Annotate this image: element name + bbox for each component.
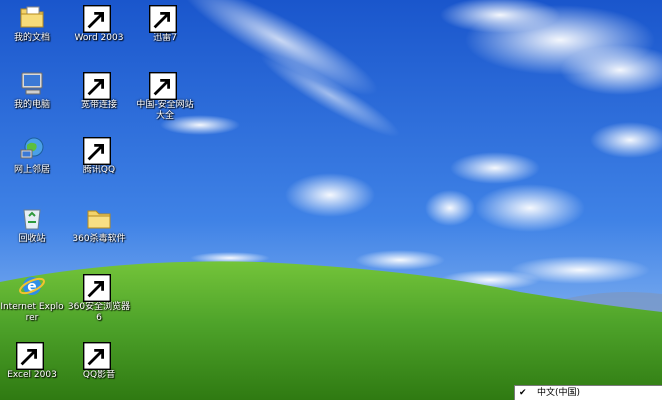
desktop-icon-label: 腾讯QQ xyxy=(82,165,116,175)
desktop-icon-broadband[interactable]: 宽带连接 xyxy=(67,70,131,111)
shortcut-arrow-icon xyxy=(149,5,177,33)
shortcut-arrow-icon xyxy=(83,5,111,33)
desktop-icon-label: 迅雷7 xyxy=(153,33,177,43)
recycle-bin-icon xyxy=(18,204,46,232)
desktop-icon-label: Excel 2003 xyxy=(7,370,57,380)
excel-icon xyxy=(16,340,46,370)
desktop-icon-360-antivirus[interactable]: 360杀毒软件 xyxy=(67,204,131,245)
desktop-icon-internet-explorer[interactable]: e Internet Explorer xyxy=(0,272,64,324)
network-icon xyxy=(18,135,46,163)
desktop-icon-excel[interactable]: Excel 2003 xyxy=(0,340,64,381)
check-icon: ✔ xyxy=(519,388,527,398)
desktop[interactable]: 我的文档 我的电脑 网上邻居 回收站 e Internet Explorer E… xyxy=(0,0,662,400)
desktop-icon-label: 网上邻居 xyxy=(13,165,50,175)
desktop-icon-label: 我的文档 xyxy=(13,33,50,43)
desktop-icon-label: 360杀毒软件 xyxy=(72,234,126,244)
language-menu-item-chinese[interactable]: ✔ 中文(中国) xyxy=(515,386,662,400)
desktop-icon-label: 我的电脑 xyxy=(13,100,50,110)
desktop-icon-qq-player[interactable]: QQ影音 xyxy=(67,340,131,381)
desktop-icon-label: Word 2003 xyxy=(74,33,124,43)
my-documents-icon xyxy=(18,3,46,31)
desktop-icon-my-computer[interactable]: 我的电脑 xyxy=(0,70,64,111)
desktop-icon-qq[interactable]: 腾讯QQ xyxy=(67,135,131,176)
qq-player-icon xyxy=(83,340,113,370)
desktop-icon-my-documents[interactable]: 我的文档 xyxy=(0,3,64,44)
my-computer-icon xyxy=(18,70,46,98)
ie-icon: e xyxy=(18,272,46,300)
desktop-icon-thunder[interactable]: 迅雷7 xyxy=(133,3,197,44)
broadband-icon xyxy=(83,70,113,100)
desktop-icon-recycle-bin[interactable]: 回收站 xyxy=(0,204,64,245)
shortcut-arrow-icon xyxy=(83,72,111,100)
shortcut-arrow-icon xyxy=(16,342,44,370)
ie-green-icon: e xyxy=(149,70,179,100)
browser-360-icon: e xyxy=(83,272,113,302)
desktop-icon-label: 中国-安全网站大全 xyxy=(136,100,194,121)
desktop-icon-label: Internet Explorer xyxy=(0,302,64,323)
shortcut-arrow-icon xyxy=(149,72,177,100)
desktop-icon-360-browser[interactable]: e 360安全浏览器6 xyxy=(67,272,131,324)
qq-icon xyxy=(83,135,113,165)
folder-icon xyxy=(85,204,113,232)
desktop-icon-label: 360安全浏览器6 xyxy=(67,302,131,323)
desktop-icon-label: 回收站 xyxy=(18,234,46,244)
desktop-icon-label: 宽带连接 xyxy=(80,100,117,110)
shortcut-arrow-icon xyxy=(83,137,111,165)
language-label: 中文(中国) xyxy=(537,388,581,398)
shortcut-arrow-icon xyxy=(83,342,111,370)
desktop-icon-label: QQ影音 xyxy=(82,370,116,380)
language-menu[interactable]: ✔ 中文(中国) xyxy=(514,385,662,400)
thunder-icon xyxy=(149,3,179,33)
word-icon: W xyxy=(83,3,113,33)
desktop-icon-safe-sites[interactable]: e 中国-安全网站大全 xyxy=(133,70,197,122)
desktop-icon-network[interactable]: 网上邻居 xyxy=(0,135,64,176)
shortcut-arrow-icon xyxy=(83,274,111,302)
desktop-icon-word[interactable]: W Word 2003 xyxy=(67,3,131,44)
